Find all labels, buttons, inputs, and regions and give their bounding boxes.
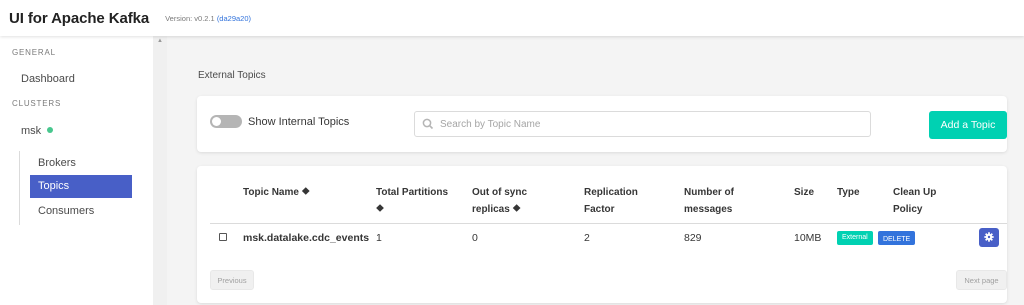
scroll-up-arrow-icon[interactable]: ▲ xyxy=(157,38,163,44)
cell-total-partitions: 1 xyxy=(376,232,382,244)
topic-name-link[interactable]: msk.datalake.cdc_events xyxy=(243,232,369,244)
cluster-submenu-line xyxy=(19,151,20,225)
toggle-knob xyxy=(212,117,221,126)
cell-out-of-sync: 0 xyxy=(472,232,478,244)
sidebar-item-topics[interactable]: Topics xyxy=(30,175,132,198)
topics-toolbar: Show Internal Topics Add a Topic xyxy=(197,96,1007,152)
row-select-checkbox[interactable] xyxy=(219,233,227,241)
cluster-name: msk xyxy=(21,125,42,137)
version-info: Version: v0.2.1 (da29a20) xyxy=(165,14,251,23)
header-clean-up-policy: Clean Up Policy xyxy=(893,187,937,215)
sidebar-scrollbar[interactable]: ▲ xyxy=(153,36,167,305)
sidebar: GENERAL Dashboard CLUSTERS msk Brokers T… xyxy=(0,36,153,305)
app-title[interactable]: UI for Apache Kafka xyxy=(9,10,149,27)
clusters-menu-label: CLUSTERS xyxy=(12,99,62,108)
cleanup-policy-delete-button[interactable]: DELETE xyxy=(878,231,916,245)
version-hash-link[interactable]: (da29a20) xyxy=(217,14,251,23)
cell-number-of-messages: 829 xyxy=(684,232,702,244)
cell-size: 10MB xyxy=(794,232,822,244)
cell-replication-factor: 2 xyxy=(584,232,590,244)
sidebar-item-cluster-msk[interactable]: msk xyxy=(21,125,54,137)
search-icon xyxy=(422,118,434,130)
header-type: Type xyxy=(837,187,860,198)
search-input[interactable] xyxy=(440,116,860,132)
header-out-of-sync[interactable]: Out of sync replicas ⯁ xyxy=(472,184,552,218)
general-menu-label: GENERAL xyxy=(12,48,56,57)
top-navbar: UI for Apache Kafka Version: v0.2.1 (da2… xyxy=(0,0,1024,36)
add-topic-button[interactable]: Add a Topic xyxy=(929,111,1007,139)
main-content: External Topics Show Internal Topics Add… xyxy=(167,36,1024,305)
sort-icon: ⯁ xyxy=(376,204,384,215)
sidebar-item-brokers[interactable]: Brokers xyxy=(38,157,76,169)
table-header-divider xyxy=(210,223,1007,224)
topics-table-box: Topic Name ⯁ Total Partitions ⯁ Out of sy… xyxy=(197,166,1007,303)
search-box xyxy=(414,111,871,137)
header-replication-factor: Replication Factor xyxy=(584,187,638,215)
sidebar-item-consumers[interactable]: Consumers xyxy=(38,205,94,217)
sidebar-item-dashboard[interactable]: Dashboard xyxy=(21,73,75,85)
page-title: External Topics xyxy=(198,70,266,81)
header-number-of-messages: Number of messages xyxy=(684,187,734,215)
previous-page-button[interactable]: Previous xyxy=(210,270,254,290)
type-badge: External xyxy=(837,231,873,245)
header-size: Size xyxy=(794,187,815,198)
cluster-status-dot xyxy=(47,127,54,133)
header-total-partitions[interactable]: Total Partitions ⯁ xyxy=(376,184,466,218)
next-page-button[interactable]: Next page xyxy=(956,270,1007,290)
sort-icon: ⯁ xyxy=(301,187,310,198)
topic-actions-button[interactable] xyxy=(979,228,999,247)
show-internal-topics-label: Show Internal Topics xyxy=(248,116,350,128)
header-topic-name[interactable]: Topic Name ⯁ xyxy=(243,184,310,201)
sort-icon: ⯁ xyxy=(512,204,521,215)
show-internal-topics-toggle[interactable] xyxy=(210,115,242,128)
version-text: Version: v0.2.1 xyxy=(165,13,215,23)
gear-icon xyxy=(984,232,994,242)
